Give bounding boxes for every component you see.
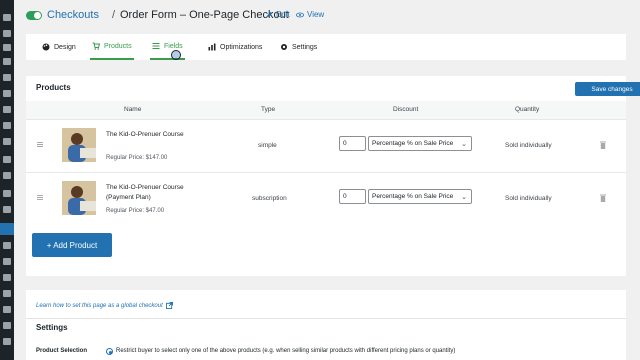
woocommerce-icon[interactable] <box>3 122 11 129</box>
product-price: Regular Price: $147.00 <box>106 155 168 161</box>
products-title: Products <box>36 83 71 92</box>
users-icon[interactable] <box>3 44 11 51</box>
product-selection-option[interactable]: Restrict buyer to select only one of the… <box>116 348 455 354</box>
settings-panel: Learn how to set this page as a global c… <box>26 290 626 360</box>
editor-tabs: Design Products Fields Optimizations Set… <box>26 34 626 60</box>
tab-design-label: Design <box>54 43 76 51</box>
media-icon[interactable] <box>3 74 11 81</box>
plugins-icon[interactable] <box>3 258 11 265</box>
edit-link[interactable]: Edit <box>266 10 290 19</box>
product-name: The Kid-O-Prenuer Course <box>106 131 184 138</box>
global-checkout-link[interactable]: Learn how to set this page as a global c… <box>36 302 173 309</box>
product-selection-label: Product Selection <box>36 348 88 354</box>
add-product-button[interactable]: + Add Product <box>32 233 112 257</box>
discount-type-select[interactable]: Percentage % on Sale Price ⌄ <box>368 136 472 151</box>
cart-icon <box>92 42 100 50</box>
discount-value-input[interactable]: 0 <box>339 189 366 204</box>
save-changes-button[interactable]: Save changes <box>575 82 640 96</box>
drag-handle-icon[interactable] <box>37 142 43 148</box>
palette-icon <box>42 43 50 51</box>
collapse-icon[interactable] <box>3 338 11 345</box>
trash-icon[interactable] <box>600 194 606 202</box>
mouse-cursor <box>171 50 181 60</box>
product-quantity: Sold individually <box>505 142 552 149</box>
column-discount: Discount <box>393 106 419 113</box>
product-quantity: Sold individually <box>505 195 552 202</box>
tools-icon[interactable] <box>3 274 11 281</box>
analytics-icon[interactable] <box>3 156 11 163</box>
page-header: Checkouts / Order Form – One-Page Checko… <box>14 0 640 32</box>
discount-type-select[interactable]: Percentage % on Sale Price ⌄ <box>368 189 472 204</box>
product-thumbnail <box>62 181 96 215</box>
page-title: Order Form – One-Page Checkout <box>120 9 289 21</box>
list-icon <box>152 43 160 49</box>
external-link-icon <box>165 302 173 309</box>
marketing-icon[interactable] <box>3 172 11 179</box>
page-icon[interactable] <box>3 90 11 97</box>
plugin-icon[interactable] <box>3 58 11 65</box>
tab-products[interactable]: Products <box>90 34 134 60</box>
products-icon[interactable] <box>3 138 11 145</box>
drag-handle-icon[interactable] <box>37 195 43 201</box>
column-name: Name <box>124 106 142 113</box>
discount-type-value: Percentage % on Sale Price <box>372 193 454 200</box>
products-table-header: Name Type Discount Quantity <box>26 101 626 119</box>
layout-icon[interactable] <box>3 322 11 329</box>
chevron-down-icon: ⌄ <box>461 194 467 201</box>
edit-label: Edit <box>276 10 290 19</box>
column-type: Type <box>261 106 276 113</box>
column-quantity: Quantity <box>515 106 540 113</box>
dashboard-icon[interactable] <box>3 14 11 21</box>
admin-sidebar <box>0 0 14 360</box>
chart-icon <box>208 43 216 51</box>
view-label: View <box>307 10 325 19</box>
products-panel: Products Save changes Name Type Discount… <box>26 76 640 276</box>
funnel-icon[interactable] <box>0 223 14 235</box>
product-thumbnail <box>62 128 96 162</box>
comments-icon[interactable] <box>3 106 11 113</box>
view-link[interactable]: View <box>296 10 324 19</box>
tab-design[interactable]: Design <box>40 34 78 60</box>
chevron-down-icon: ⌄ <box>461 141 467 148</box>
table-row: The Kid-O-Prenuer Course (Payment Plan) … <box>26 172 626 224</box>
eye-icon <box>296 12 304 17</box>
discount-value-input[interactable]: 0 <box>339 136 366 151</box>
settings-title: Settings <box>36 323 68 332</box>
global-checkout-link-label: Learn how to set this page as a global c… <box>36 302 163 309</box>
pencil-icon <box>266 11 273 18</box>
breadcrumb-separator: / <box>112 9 116 21</box>
tab-optimizations-label: Optimizations <box>220 43 263 51</box>
product-price: Regular Price: $47.00 <box>106 208 165 214</box>
tab-settings-label: Settings <box>292 43 318 51</box>
pin-icon[interactable] <box>3 30 11 37</box>
product-type: simple <box>258 142 277 149</box>
tab-fields-label: Fields <box>164 42 183 50</box>
publish-toggle[interactable] <box>26 11 42 20</box>
discount-type-value: Percentage % on Sale Price <box>372 140 454 147</box>
shield-icon[interactable] <box>3 306 11 313</box>
appearance-icon[interactable] <box>3 242 11 249</box>
gear-icon <box>281 44 287 50</box>
settings-icon[interactable] <box>3 290 11 297</box>
table-row: The Kid-O-Prenuer Course Regular Price: … <box>26 119 626 171</box>
breadcrumb-checkouts[interactable]: Checkouts <box>47 9 99 21</box>
tab-products-label: Products <box>104 42 132 50</box>
tab-optimizations[interactable]: Optimizations <box>206 34 264 60</box>
divider <box>26 318 626 319</box>
email-icon[interactable] <box>3 190 11 197</box>
product-selection-radio[interactable] <box>106 348 113 355</box>
product-type: subscription <box>252 195 287 202</box>
tab-settings[interactable]: Settings <box>278 34 319 60</box>
trash-icon[interactable] <box>600 141 606 149</box>
product-name: The Kid-O-Prenuer Course (Payment Plan) <box>106 184 184 201</box>
folder-icon[interactable] <box>3 206 11 213</box>
